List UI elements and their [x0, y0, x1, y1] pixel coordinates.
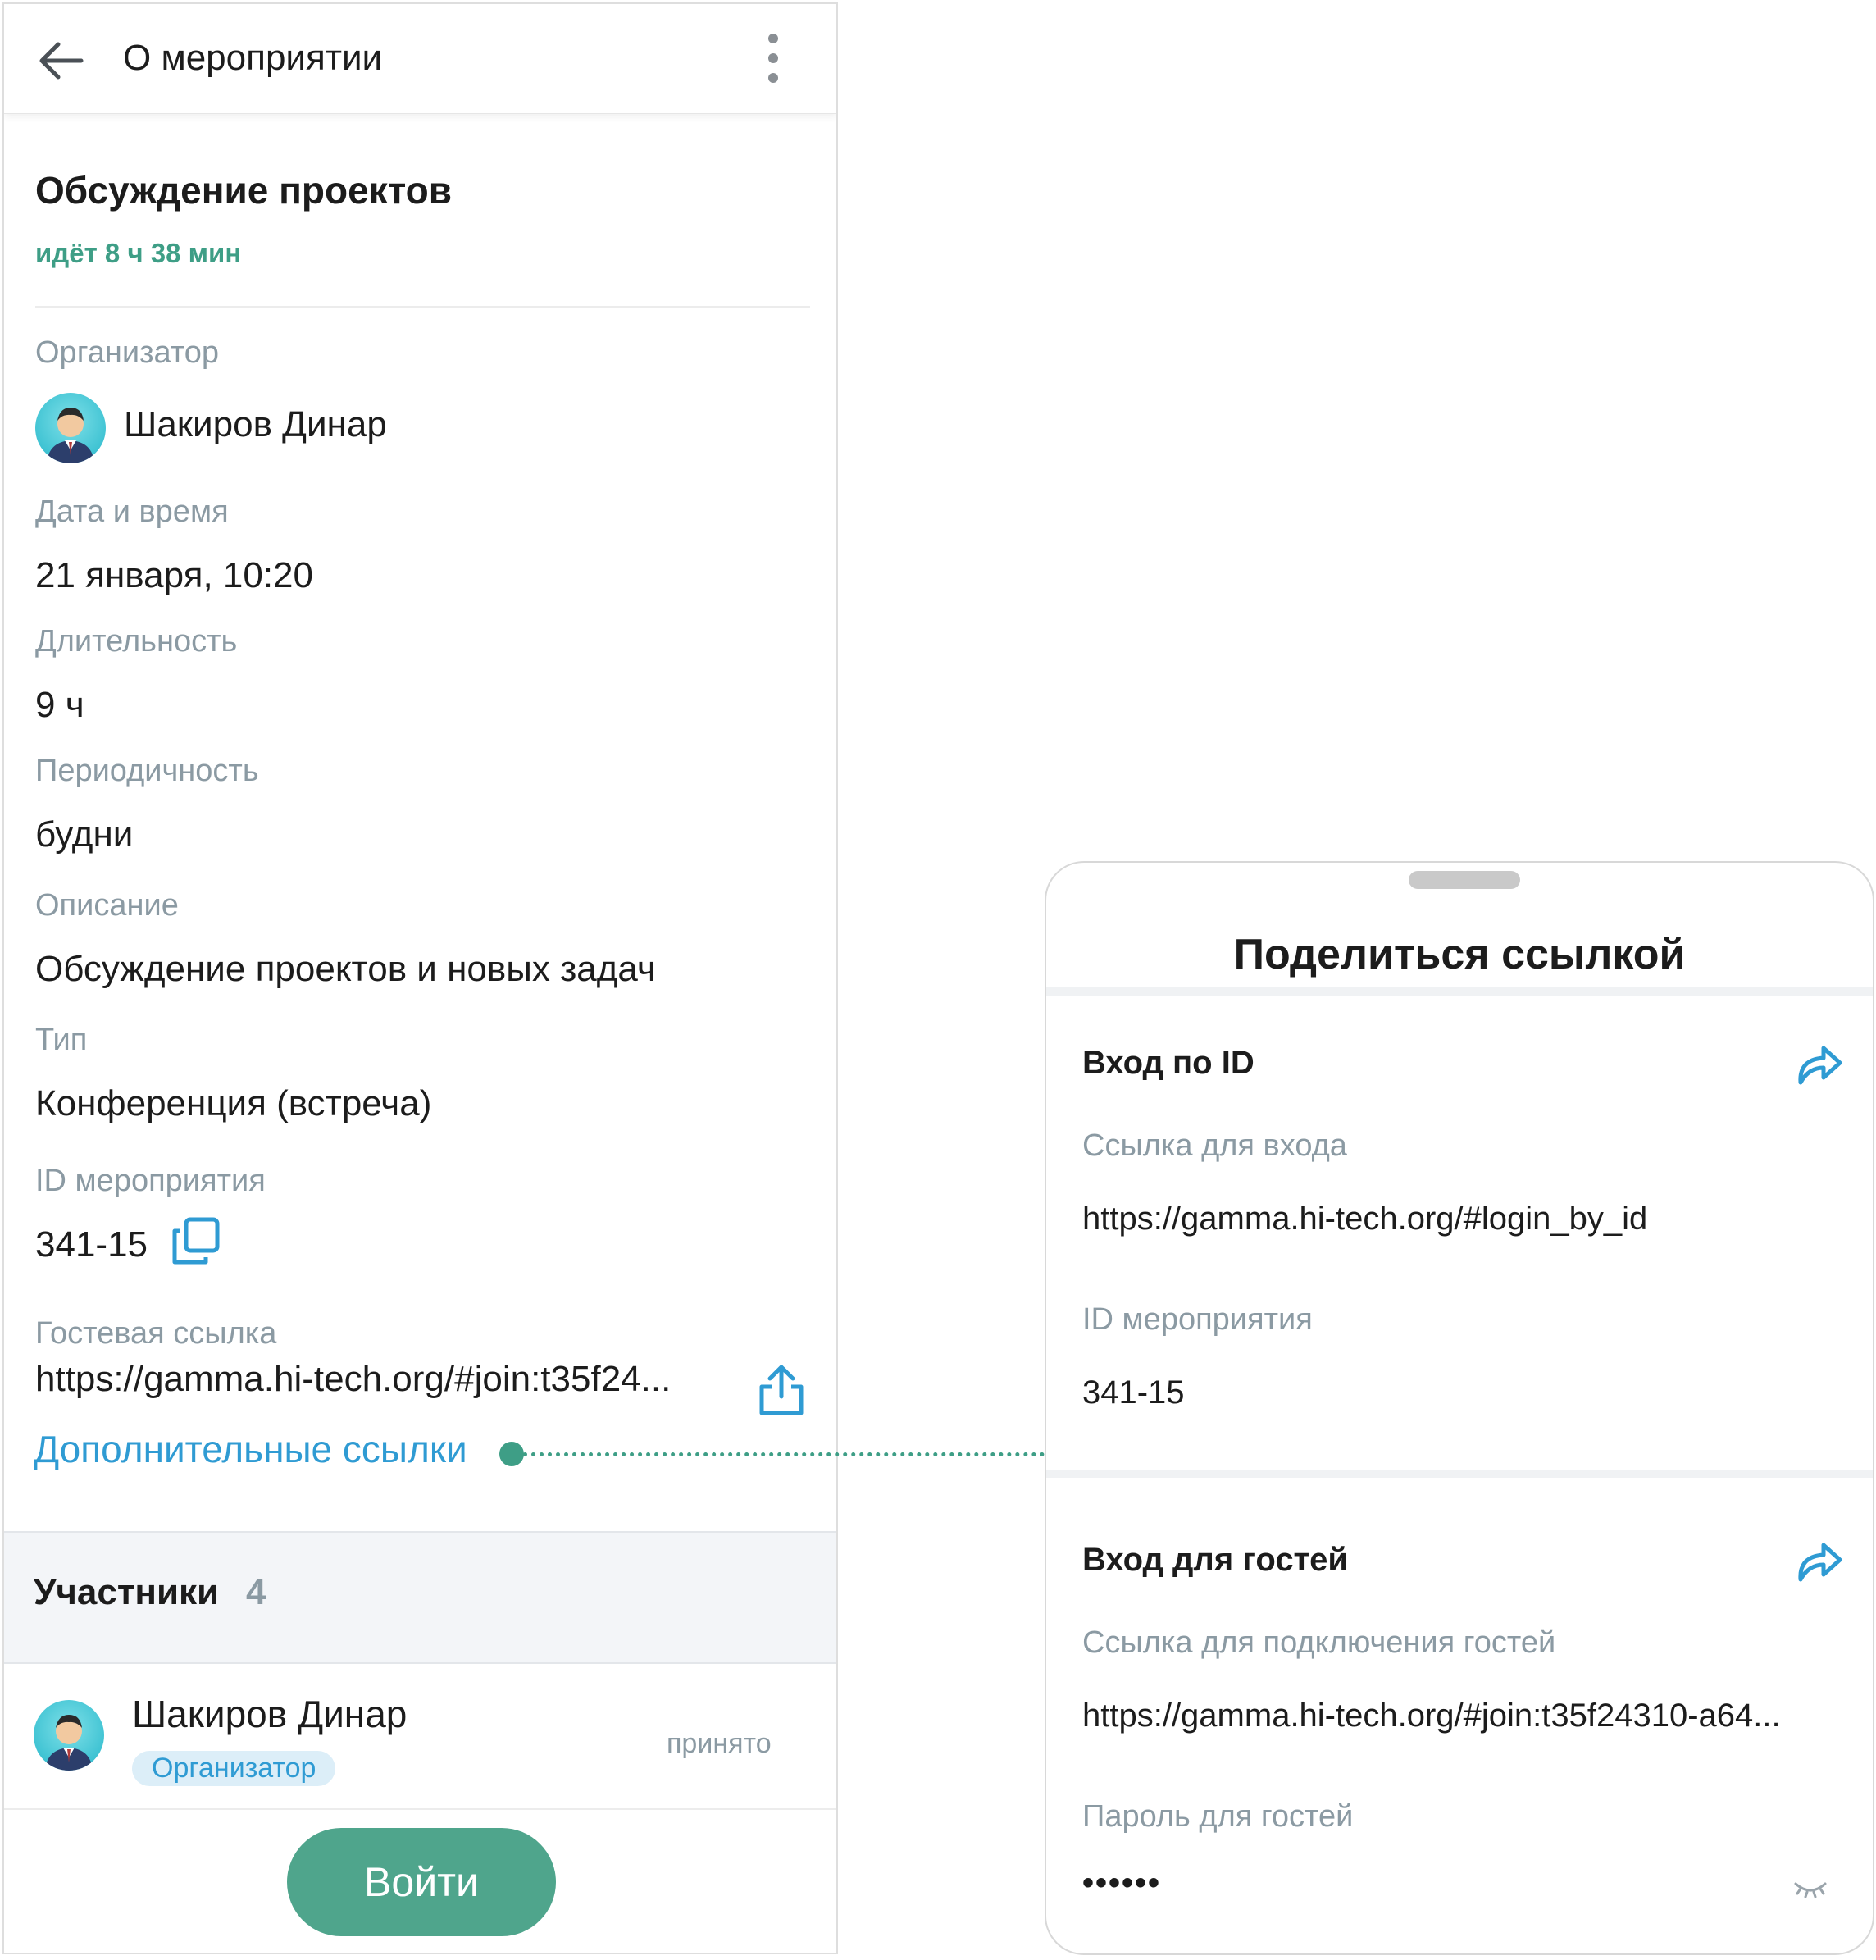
participant-role-badge: Организатор [132, 1751, 336, 1786]
participant-status: принято [667, 1728, 772, 1759]
sheet-event-id-label: ID мероприятия [1082, 1302, 1313, 1337]
organizer-label: Организатор [35, 335, 220, 370]
type-label: Тип [35, 1023, 88, 1057]
periodicity-value: будни [35, 814, 134, 855]
duration-value: 9 ч [35, 685, 84, 725]
connector-dot [499, 1442, 524, 1466]
event-title: Обсуждение проектов [35, 169, 453, 212]
share-icon[interactable] [757, 1364, 806, 1416]
guest-login-title: Вход для гостей [1082, 1542, 1348, 1578]
participants-header: Участники 4 [4, 1531, 836, 1664]
event-details-screen: О мероприятии Обсуждение проектов идёт 8… [2, 2, 838, 1954]
participant-avatar [34, 1700, 104, 1771]
join-button[interactable]: Войти [287, 1828, 556, 1936]
share-link-sheet: Поделиться ссылкой Вход по ID Ссылка для… [1045, 861, 1874, 1955]
datetime-value: 21 января, 10:20 [35, 555, 314, 595]
divider [1046, 987, 1873, 996]
page-title: О мероприятии [123, 38, 383, 78]
organizer-avatar [35, 393, 106, 463]
organizer-name: Шакиров Динар [124, 404, 387, 444]
participants-count: 4 [246, 1572, 266, 1612]
connector-line [523, 1452, 1045, 1456]
person-avatar-icon [45, 1715, 93, 1771]
person-avatar-icon [47, 408, 94, 463]
datetime-label: Дата и время [35, 495, 229, 529]
forward-share-icon[interactable] [1794, 1040, 1843, 1086]
guest-password-value: •••••• [1082, 1865, 1162, 1901]
participant-row[interactable]: Шакиров Динар Организатор принято [4, 1661, 836, 1810]
description-value: Обсуждение проектов и новых задач [35, 949, 656, 989]
login-link-label: Ссылка для входа [1082, 1128, 1347, 1163]
login-by-id-title: Вход по ID [1082, 1045, 1254, 1081]
periodicity-label: Периодичность [35, 754, 259, 788]
divider [1046, 1470, 1873, 1478]
participants-title: Участники [34, 1572, 220, 1612]
forward-share-icon[interactable] [1794, 1537, 1843, 1583]
copy-icon[interactable] [170, 1216, 221, 1267]
app-bar: О мероприятии [4, 4, 836, 114]
duration-label: Длительность [35, 624, 238, 659]
participant-name: Шакиров Динар [132, 1693, 408, 1735]
event-id-value: 341-15 [35, 1224, 148, 1265]
guest-link-label: Гостевая ссылка [35, 1316, 277, 1351]
back-arrow-icon[interactable] [34, 34, 88, 88]
guest-link-value: https://gamma.hi-tech.org/#join:t35f2431… [1082, 1698, 1781, 1734]
event-id-label: ID мероприятия [35, 1164, 266, 1198]
more-options-icon[interactable] [757, 27, 790, 89]
description-label: Описание [35, 888, 179, 923]
login-link-value: https://gamma.hi-tech.org/#login_by_id [1082, 1201, 1648, 1237]
sheet-event-id-value: 341-15 [1082, 1374, 1185, 1411]
divider [35, 306, 810, 308]
guest-password-label: Пароль для гостей [1082, 1799, 1354, 1834]
hidden-eye-icon[interactable] [1792, 1877, 1828, 1902]
sheet-drag-handle[interactable] [1409, 871, 1520, 889]
additional-links-link[interactable]: Дополнительные ссылки [34, 1427, 467, 1471]
type-value: Конференция (встреча) [35, 1083, 432, 1124]
sheet-title: Поделиться ссылкой [1233, 931, 1686, 978]
guest-link-label: Ссылка для подключения гостей [1082, 1625, 1556, 1660]
guest-link-value: https://gamma.hi-tech.org/#join:t35f24..… [35, 1359, 672, 1399]
event-status: идёт 8 ч 38 мин [35, 238, 242, 268]
